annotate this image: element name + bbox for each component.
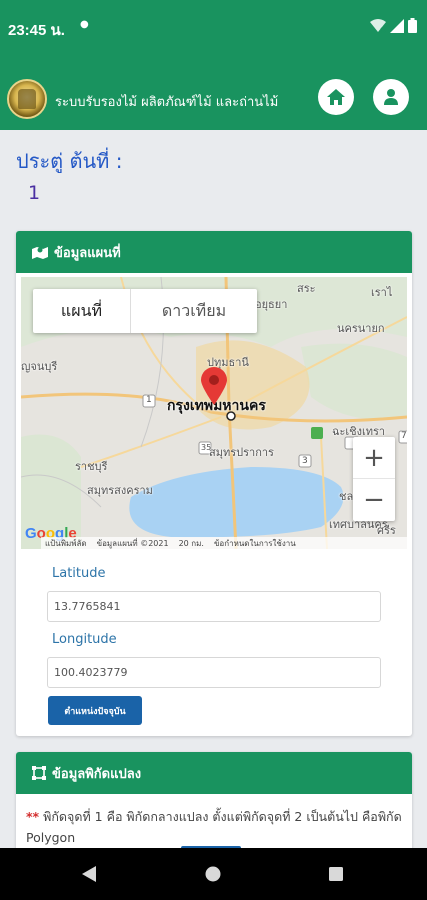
- map-card-header: ข้อมูลแผนที่: [16, 231, 412, 273]
- location-marker-icon: [201, 367, 227, 405]
- map-scale: 20 กม.: [178, 539, 204, 548]
- map-view[interactable]: ปทุมธานี อยุธยา นครนายก ญจนบุรี กรุงเทพม…: [21, 277, 407, 549]
- recents-icon[interactable]: [329, 867, 343, 881]
- zoom-in-button[interactable]: +: [353, 437, 395, 479]
- terms-of-use-link[interactable]: ข้อกำหนดในการใช้งาน: [214, 537, 296, 549]
- polygon-note: ** พิกัดจุดที่ 1 คือ พิกัดกลางแปลง ตั้งแต…: [26, 806, 406, 848]
- current-location-button[interactable]: ตำแหน่งปัจจุบัน: [48, 696, 142, 725]
- map-type-control: แผนที่ ดาวเทียม: [33, 289, 257, 333]
- map-label-ayutthaya: อยุธยา: [255, 298, 288, 311]
- zoom-control: + −: [353, 437, 395, 521]
- system-nav-bar: [0, 848, 427, 900]
- notification-dot-icon: ●: [80, 19, 89, 30]
- map-label-rao: เราไ: [371, 286, 393, 299]
- app-bar: ระบบรับรองไม้ ผลิตภัณฑ์ไม้ และถ่านไม้: [0, 56, 427, 130]
- map-data-credit: ข้อมูลแผนที่ ©2021: [96, 539, 169, 548]
- longitude-label: Longitude: [52, 632, 117, 647]
- map-label-samut-songkhram: สมุทรสงคราม: [87, 484, 153, 497]
- polygon-note-text: พิกัดจุดที่ 1 คือ พิกัดกลางแปลง ตั้งแต่พ…: [26, 809, 402, 845]
- map-icon: [32, 247, 48, 259]
- home-icon: [327, 89, 345, 105]
- latitude-field[interactable]: 13.7765841: [47, 591, 381, 622]
- map-info-card: ข้อมูลแผนที่ ปทุมธานี อยุธยา นครนายก ญจน…: [16, 231, 412, 736]
- keyboard-shortcuts-link[interactable]: แป้นพิมพ์ลัด: [45, 537, 87, 549]
- battery-icon: [408, 18, 417, 33]
- status-bar: 23:45 น. ●: [0, 0, 427, 56]
- map-label-samut-prakan: สมุทรปราการ: [209, 446, 274, 459]
- map-label-kanchanaburi: ญจนบุรี: [21, 360, 58, 373]
- map-card-title: ข้อมูลแผนที่: [54, 245, 121, 261]
- gate-number-value: 1: [28, 182, 41, 204]
- polygon-card-title: ข้อมูลพิกัดแปลง: [52, 766, 142, 782]
- route-badge-1: 1: [146, 395, 152, 405]
- status-icons: [370, 18, 417, 33]
- user-button[interactable]: [373, 79, 409, 115]
- map-type-satellite-button[interactable]: ดาวเทียม: [131, 289, 257, 333]
- longitude-field[interactable]: 100.4023779: [47, 657, 381, 688]
- polygon-card-header: ข้อมูลพิกัดแปลง: [16, 752, 412, 794]
- user-icon: [384, 89, 398, 105]
- zoom-out-button[interactable]: −: [353, 479, 395, 521]
- route-badge-3: 3: [302, 456, 308, 466]
- map-label-nakhon-nayok: นครนายก: [337, 322, 385, 335]
- back-icon[interactable]: [82, 866, 96, 882]
- signal-icon: [390, 18, 404, 33]
- wifi-icon: [370, 18, 386, 33]
- vector-square-icon: [32, 766, 46, 780]
- route-badge-35: 35: [201, 443, 212, 452]
- emblem-logo: [7, 79, 47, 119]
- map-label-sra: สระ: [297, 282, 316, 295]
- home-nav-icon[interactable]: [205, 866, 221, 882]
- status-time: 23:45 น.: [8, 22, 65, 39]
- map-attribution: แป้นพิมพ์ลัด ข้อมูลแผนที่ ©2021 20 กม. ข…: [41, 537, 407, 549]
- note-asterisk: **: [26, 809, 40, 824]
- gate-number-label: ประตู่ ต้นที่ :: [16, 149, 123, 173]
- latitude-label: Latitude: [52, 566, 106, 581]
- app-title: ระบบรับรองไม้ ผลิตภัณฑ์ไม้ และถ่านไม้: [55, 95, 279, 110]
- map-label-ratchaburi: ราชบุรี: [75, 460, 108, 473]
- map-type-map-button[interactable]: แผนที่: [33, 289, 131, 333]
- home-button[interactable]: [318, 79, 354, 115]
- route-badge-7: 7: [401, 431, 407, 441]
